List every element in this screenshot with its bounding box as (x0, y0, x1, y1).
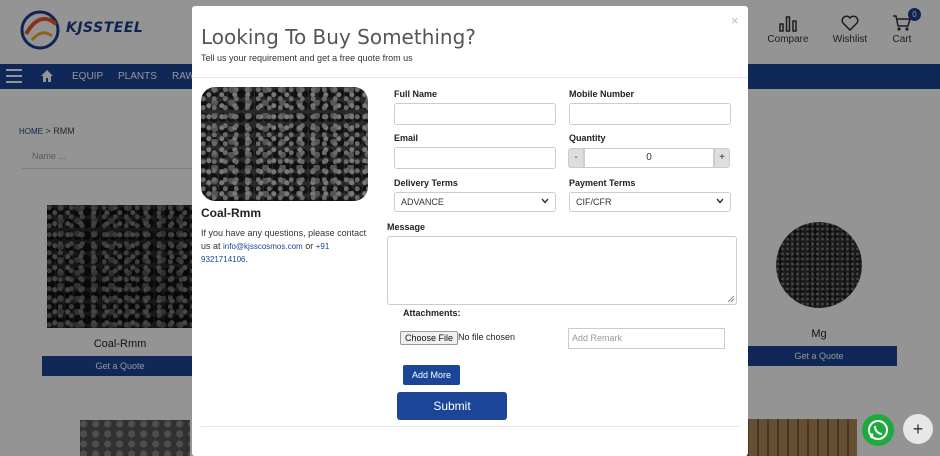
file-status: No file chosen (458, 332, 516, 342)
modal-title: Looking To Buy Something? (201, 25, 476, 49)
divider (192, 77, 748, 78)
resize-handle-icon[interactable] (728, 296, 734, 302)
add-more-button[interactable]: Add More (403, 365, 460, 385)
full-name-field[interactable] (394, 103, 556, 125)
quantity-label: Quantity (569, 133, 606, 143)
choose-file-button[interactable]: Choose File (400, 331, 459, 345)
product-image (201, 87, 368, 201)
email-label: Email (394, 133, 419, 143)
delivery-terms-value: ADVANCE (401, 197, 444, 207)
full-name-label: Full Name (394, 89, 438, 99)
payment-terms-value: CIF/CFR (576, 197, 612, 207)
modal-subtitle: Tell us your requirement and get a free … (201, 53, 413, 63)
mobile-label: Mobile Number (569, 89, 635, 99)
quantity-increment-button[interactable]: + (714, 148, 730, 168)
contact-period: . (245, 254, 249, 264)
product-name: Coal-Rmm (201, 206, 262, 220)
delivery-terms-select[interactable]: ADVANCE (394, 192, 556, 212)
plus-icon: + (912, 419, 924, 439)
payment-terms-select[interactable]: CIF/CFR (569, 192, 731, 212)
email-field[interactable] (394, 147, 556, 169)
message-field[interactable] (387, 236, 737, 305)
contact-info: If you have any questions, please contac… (201, 227, 371, 266)
contact-or: or (302, 241, 316, 251)
plus-button[interactable]: + (903, 414, 933, 444)
message-label: Message (387, 222, 426, 232)
mobile-field[interactable] (569, 103, 731, 125)
attachments-label: Attachments: (403, 308, 461, 318)
remark-input[interactable]: Add Remark (568, 328, 725, 349)
divider (201, 426, 739, 427)
payment-terms-label: Payment Terms (569, 178, 636, 188)
whatsapp-icon (868, 420, 888, 440)
quantity-decrement-button[interactable]: - (568, 148, 584, 168)
close-icon[interactable]: × (731, 13, 739, 28)
whatsapp-button[interactable] (862, 414, 894, 446)
quantity-stepper[interactable]: 0 (584, 148, 714, 168)
submit-button[interactable]: Submit (397, 392, 507, 420)
delivery-terms-label: Delivery Terms (394, 178, 458, 188)
quote-modal: × Looking To Buy Something? Tell us your… (192, 6, 748, 456)
chevron-down-icon (716, 198, 724, 204)
email-link[interactable]: info@kjsscosmos.com (223, 242, 303, 251)
chevron-down-icon (541, 198, 549, 204)
